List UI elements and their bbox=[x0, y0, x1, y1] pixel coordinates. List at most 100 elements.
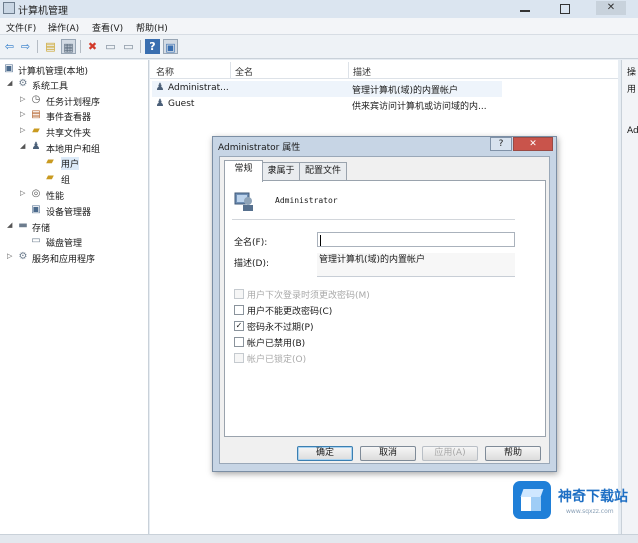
computer-icon: ▣ bbox=[4, 63, 14, 74]
forward-arrow-icon[interactable]: ⇨ bbox=[18, 39, 33, 54]
expand-arrow-icon[interactable]: ▷ bbox=[20, 126, 25, 134]
column-header-description[interactable]: 描述 bbox=[353, 65, 371, 78]
expand-arrow-icon[interactable]: ▷ bbox=[20, 189, 25, 197]
tab-profile[interactable]: 配置文件 bbox=[299, 162, 347, 181]
tree-item-users[interactable]: ▰ 用户 bbox=[44, 155, 147, 170]
toolbar-separator bbox=[37, 40, 38, 53]
users-icon: ♟ bbox=[31, 141, 41, 152]
tree-item-local-users-groups[interactable]: ◢ ♟ 本地用户和组 bbox=[20, 140, 147, 155]
account-locked-checkbox[interactable] bbox=[234, 353, 244, 363]
account-disabled-checkbox[interactable] bbox=[234, 337, 244, 347]
tree-item-groups[interactable]: ▰ 组 bbox=[44, 171, 147, 186]
cancel-button[interactable]: 取消 bbox=[360, 446, 416, 461]
tree-item-disk-management[interactable]: ▭ 磁盘管理 bbox=[30, 234, 147, 249]
up-folder-icon[interactable]: ▤ bbox=[43, 39, 58, 54]
status-bar bbox=[0, 534, 638, 543]
cannot-change-password-checkbox[interactable] bbox=[234, 305, 244, 315]
export-list-icon[interactable]: ▭ bbox=[121, 39, 136, 54]
watermark-cube-icon bbox=[520, 489, 544, 497]
tree-item-shared-folders[interactable]: ▷ ▰ 共享文件夹 bbox=[20, 124, 147, 139]
expand-arrow-icon[interactable]: ▷ bbox=[20, 95, 25, 103]
back-arrow-icon[interactable]: ⇦ bbox=[2, 39, 17, 54]
dialog-title: Administrator 属性 bbox=[218, 143, 301, 153]
actions-pane-heading: 操 bbox=[627, 68, 637, 78]
user-account-icon bbox=[234, 192, 253, 211]
window-close-button[interactable]: ✕ bbox=[596, 1, 626, 15]
list-header bbox=[150, 62, 618, 79]
menu-action[interactable]: 操作(A) bbox=[48, 21, 79, 34]
menu-help[interactable]: 帮助(H) bbox=[136, 21, 168, 34]
tree-item-root[interactable]: ▣ 计算机管理(本地) bbox=[3, 62, 148, 77]
tree-item-system-tools[interactable]: ◢ ⚙ 系统工具 bbox=[7, 77, 147, 92]
actions-pane-users[interactable]: 用 bbox=[627, 82, 636, 95]
collapse-arrow-icon[interactable]: ◢ bbox=[20, 142, 25, 150]
disabled-user-icon: ♟ bbox=[155, 98, 165, 109]
list-row-guest[interactable]: ♟ Guest 供来宾访问计算机或访问域的内... bbox=[152, 97, 502, 113]
toolbar-separator bbox=[140, 40, 141, 53]
user-icon: ♟ bbox=[155, 82, 165, 93]
help-icon[interactable]: ? bbox=[145, 39, 160, 54]
delete-icon[interactable]: ✖ bbox=[85, 39, 100, 54]
column-divider[interactable] bbox=[230, 62, 231, 79]
shared-folder-icon: ▰ bbox=[32, 125, 40, 136]
window-title-bar bbox=[0, 0, 638, 18]
description-input[interactable]: 管理计算机(域)的内置帐户 bbox=[317, 253, 515, 277]
maximize-button[interactable] bbox=[560, 4, 570, 14]
must-change-password-checkbox[interactable] bbox=[234, 289, 244, 299]
show-hide-tree-icon[interactable]: ▦ bbox=[61, 39, 76, 54]
tab-general[interactable]: 常规 bbox=[224, 160, 263, 182]
ok-button[interactable]: 确定 bbox=[297, 446, 353, 461]
performance-icon: ◎ bbox=[31, 188, 41, 199]
dialog-help-button[interactable]: ? bbox=[490, 137, 512, 151]
tree-item-performance[interactable]: ▷ ◎ 性能 bbox=[20, 187, 147, 202]
tree-item-task-scheduler[interactable]: ▷ ◷ 任务计划程序 bbox=[20, 93, 147, 108]
folder-icon: ▰ bbox=[46, 156, 54, 167]
full-name-input[interactable] bbox=[317, 232, 515, 247]
properties-icon[interactable]: ▭ bbox=[103, 39, 118, 54]
collapse-arrow-icon[interactable]: ◢ bbox=[7, 221, 12, 229]
tab-member-of[interactable]: 隶属于 bbox=[262, 162, 300, 181]
services-icon: ⚙ bbox=[18, 251, 28, 262]
menu-file[interactable]: 文件(F) bbox=[6, 21, 36, 34]
account-locked-label: 帐户已锁定(O) bbox=[247, 355, 307, 365]
user-name: Administrator bbox=[275, 196, 338, 205]
watermark-cube-icon bbox=[531, 497, 541, 511]
folder-icon: ▰ bbox=[46, 172, 54, 183]
text-caret bbox=[320, 235, 321, 246]
list-row-administrator[interactable]: ♟ Administrat... 管理计算机(域)的内置帐户 bbox=[152, 81, 502, 97]
tree-item-event-viewer[interactable]: ▷ ▤ 事件查看器 bbox=[20, 108, 147, 123]
column-divider[interactable] bbox=[348, 62, 349, 79]
window-title: 计算机管理 bbox=[18, 6, 68, 17]
expand-arrow-icon[interactable]: ▷ bbox=[7, 252, 12, 260]
cannot-change-password-label: 用户不能更改密码(C) bbox=[247, 307, 333, 317]
must-change-password-label: 用户下次登录时须更改密码(M) bbox=[247, 291, 370, 301]
storage-icon: ▬ bbox=[18, 220, 28, 231]
tree-item-device-manager[interactable]: ▣ 设备管理器 bbox=[30, 203, 147, 218]
menu-view[interactable]: 查看(V) bbox=[92, 21, 123, 34]
column-header-name[interactable]: 名称 bbox=[156, 65, 174, 78]
watermark-cube-icon bbox=[521, 497, 531, 511]
apply-button[interactable]: 应用(A) bbox=[422, 446, 478, 461]
collapse-arrow-icon[interactable]: ◢ bbox=[7, 79, 12, 87]
tree-item-services-apps[interactable]: ▷ ⚙ 服务和应用程序 bbox=[7, 250, 147, 265]
watermark-url: www.sqxzz.com bbox=[566, 508, 614, 515]
password-never-expires-label: 密码永不过期(P) bbox=[247, 323, 314, 333]
event-viewer-icon: ▤ bbox=[31, 109, 41, 120]
clock-icon: ◷ bbox=[31, 94, 41, 105]
dialog-help-text-button[interactable]: 帮助 bbox=[485, 446, 541, 461]
tools-icon: ⚙ bbox=[18, 78, 28, 89]
watermark-name: 神奇下载站 bbox=[558, 489, 628, 505]
divider bbox=[232, 219, 515, 220]
minimize-button[interactable] bbox=[520, 4, 530, 12]
mmc-console-icon[interactable]: ▣ bbox=[163, 39, 178, 54]
description-label: 描述(D): bbox=[234, 259, 269, 269]
tree-item-storage[interactable]: ◢ ▬ 存储 bbox=[7, 219, 147, 234]
password-never-expires-checkbox[interactable]: ✓ bbox=[234, 321, 244, 331]
column-header-full-name[interactable]: 全名 bbox=[235, 65, 253, 78]
disk-icon: ▭ bbox=[31, 235, 41, 246]
full-name-label: 全名(F): bbox=[234, 238, 268, 248]
actions-pane-administrator[interactable]: Ad bbox=[627, 126, 638, 136]
device-manager-icon: ▣ bbox=[31, 204, 41, 215]
expand-arrow-icon[interactable]: ▷ bbox=[20, 110, 25, 118]
dialog-close-button[interactable]: ✕ bbox=[513, 137, 553, 151]
